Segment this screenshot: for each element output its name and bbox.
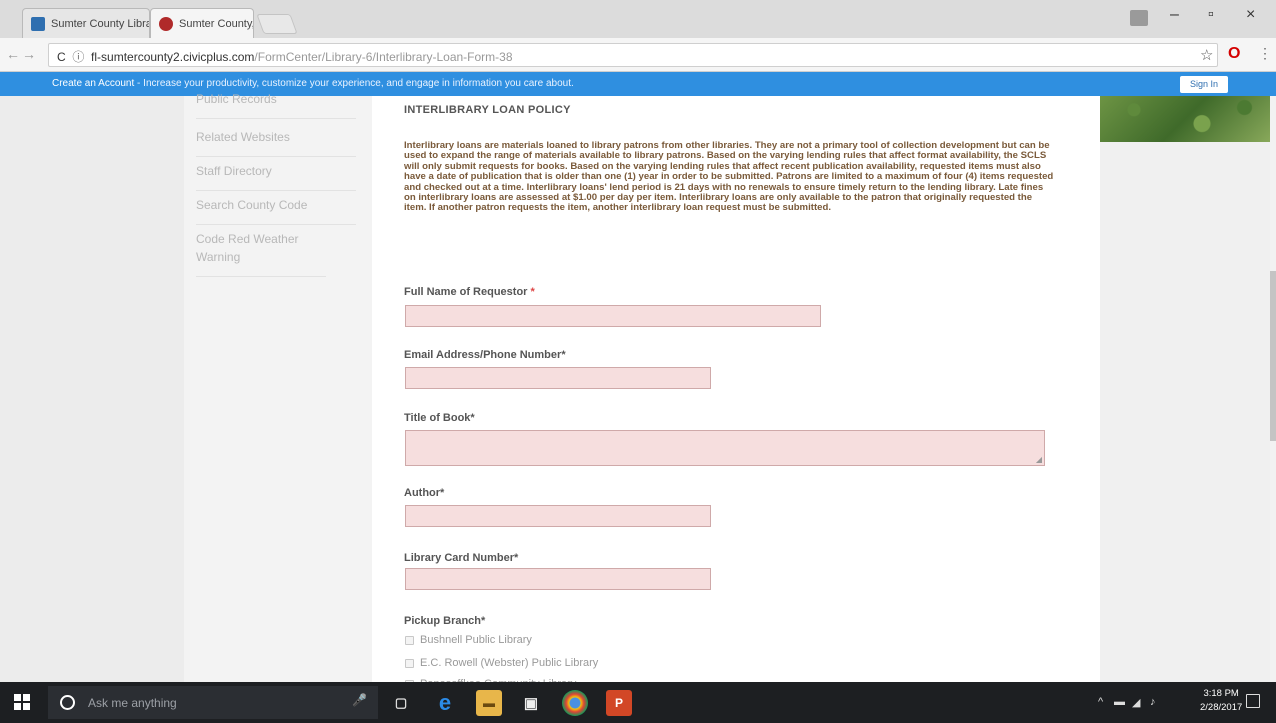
sidebar-item-staff-directory[interactable]: Staff Directory <box>196 162 356 191</box>
store-icon[interactable]: ▣ <box>518 690 544 716</box>
user-profile-icon[interactable] <box>1130 10 1148 26</box>
info-icon[interactable]: ⓘ <box>72 50 84 64</box>
right-panel <box>1100 96 1270 682</box>
full-name-input[interactable] <box>405 305 821 327</box>
task-view-icon[interactable]: ▢ <box>388 690 414 716</box>
opera-extension-icon[interactable]: O <box>1228 45 1240 63</box>
resize-grip-icon[interactable]: ◢ <box>1036 455 1042 464</box>
pickup-label-text: Pickup Branch <box>404 615 482 627</box>
reload-icon[interactable]: C <box>57 50 66 64</box>
close-window-button[interactable]: × <box>1246 6 1255 24</box>
browser-tab-county[interactable]: Sumter County, FL - Offi × <box>150 8 254 38</box>
contact-input[interactable] <box>405 367 711 389</box>
contact-label-text: Email Address/Phone Number <box>404 349 562 361</box>
required-mark: * <box>527 286 535 298</box>
browser-menu-icon[interactable]: ⋮ <box>1258 45 1272 62</box>
volume-icon[interactable]: ♪ <box>1150 696 1156 708</box>
required-mark: * <box>514 552 519 564</box>
cortana-search-box[interactable]: Ask me anything <box>48 686 378 719</box>
title-label: Title of Book* <box>404 412 475 424</box>
chrome-browser-icon[interactable] <box>562 690 588 716</box>
left-sidebar: Public Records Related Websites Staff Di… <box>184 92 372 682</box>
sidebar-item-related-websites[interactable]: Related Websites <box>196 128 356 157</box>
pickup-option[interactable]: Bushnell Public Library <box>405 634 532 646</box>
address-bar-row: ← → C ⓘ fl-sumtercounty2.civicplus.com/F… <box>0 38 1276 72</box>
required-mark: * <box>440 487 445 499</box>
clock-time: 3:18 PM <box>1203 688 1239 699</box>
bookmark-star-icon[interactable]: ☆ <box>1200 46 1213 64</box>
tray-overflow-icon[interactable]: ^ <box>1098 696 1103 708</box>
clock-date: 2/28/2017 <box>1200 702 1243 713</box>
back-arrow-icon[interactable]: ← <box>6 46 20 62</box>
create-account-link[interactable]: Create an Account <box>52 78 134 89</box>
powerpoint-icon[interactable]: P <box>606 690 632 716</box>
title-textarea[interactable]: ◢ <box>405 430 1045 466</box>
scrollbar-thumb[interactable] <box>1270 271 1276 441</box>
required-mark: * <box>481 615 486 627</box>
url-host: fl-sumtercounty2.civicplus.com <box>91 50 255 64</box>
browser-tab-library[interactable]: Sumter County Library S × <box>22 8 150 38</box>
author-label-text: Author <box>404 487 441 499</box>
edge-browser-icon[interactable]: e <box>432 690 458 716</box>
network-icon[interactable]: ◢ <box>1132 696 1140 709</box>
sidebar-item-search-county-code[interactable]: Search County Code <box>196 196 356 225</box>
microphone-icon[interactable]: 🎤 <box>352 693 367 707</box>
form-main: INTERLIBRARY LOAN POLICY Interlibrary lo… <box>372 96 1100 690</box>
battery-icon[interactable]: ▬ <box>1114 696 1125 708</box>
title-label-text: Title of Book <box>404 412 471 424</box>
file-explorer-icon[interactable]: ▬ <box>476 690 502 716</box>
county-favicon-icon <box>159 16 173 31</box>
author-label: Author* <box>404 487 444 499</box>
browser-tabstrip: Sumter County Library S × Sumter County,… <box>0 0 1276 38</box>
tab-label: Sumter County Library S × <box>51 17 149 30</box>
url-path: /FormCenter/Library-6/Interlibrary-Loan-… <box>254 50 513 64</box>
sidebar-item-public-records[interactable]: Public Records <box>196 90 356 119</box>
sign-in-button[interactable]: Sign In <box>1180 76 1228 93</box>
pickup-option-label: E.C. Rowell (Webster) Public Library <box>420 657 599 669</box>
required-mark: * <box>561 349 566 361</box>
checkbox[interactable] <box>405 658 414 668</box>
windows-start-icon[interactable] <box>14 694 30 710</box>
library-favicon-icon <box>31 16 45 31</box>
full-name-label: Full Name of Requestor * <box>404 286 535 298</box>
action-center-icon[interactable] <box>1246 694 1260 708</box>
search-placeholder: Ask me anything <box>88 696 177 710</box>
pickup-option-label: Bushnell Public Library <box>420 634 532 646</box>
foliage-image <box>1100 96 1270 142</box>
page-scrollbar[interactable] <box>1270 96 1276 682</box>
page-content: Public Records Related Websites Staff Di… <box>0 92 1276 690</box>
required-mark: * <box>470 412 475 424</box>
sidebar-item-code-red[interactable]: Code Red Weather Warning <box>196 230 326 277</box>
checkbox[interactable] <box>405 635 414 645</box>
minimize-button[interactable]: – <box>1170 6 1179 24</box>
full-name-label-text: Full Name of Requestor <box>404 286 528 298</box>
tab-label: Sumter County, FL - Offi × <box>179 17 254 30</box>
pickup-label: Pickup Branch* <box>404 615 485 627</box>
contact-label: Email Address/Phone Number* <box>404 349 566 361</box>
pickup-option[interactable]: E.C. Rowell (Webster) Public Library <box>405 657 598 669</box>
url-input[interactable]: C ⓘ fl-sumtercounty2.civicplus.com/FormC… <box>48 43 1218 67</box>
new-tab-button[interactable] <box>256 14 298 34</box>
card-label: Library Card Number* <box>404 552 518 564</box>
windows-taskbar: Ask me anything 🎤 ▢ e ▬ ▣ P ^ ▬ ◢ ♪ 3:18… <box>0 682 1276 723</box>
forward-arrow-icon[interactable]: → <box>22 46 36 62</box>
author-input[interactable] <box>405 505 711 527</box>
account-banner: Create an Account - Increase your produc… <box>0 72 1276 96</box>
card-input[interactable] <box>405 568 711 590</box>
taskbar-clock[interactable]: 3:18 PM 2/28/2017 <box>1200 687 1242 715</box>
restore-button[interactable]: ▫ <box>1208 6 1214 24</box>
policy-title: INTERLIBRARY LOAN POLICY <box>404 104 571 116</box>
card-label-text: Library Card Number <box>404 552 515 564</box>
cortana-circle-icon <box>60 695 75 710</box>
banner-text: - Increase your productivity, customize … <box>134 78 574 89</box>
policy-text: Interlibrary loans are materials loaned … <box>404 140 1054 214</box>
